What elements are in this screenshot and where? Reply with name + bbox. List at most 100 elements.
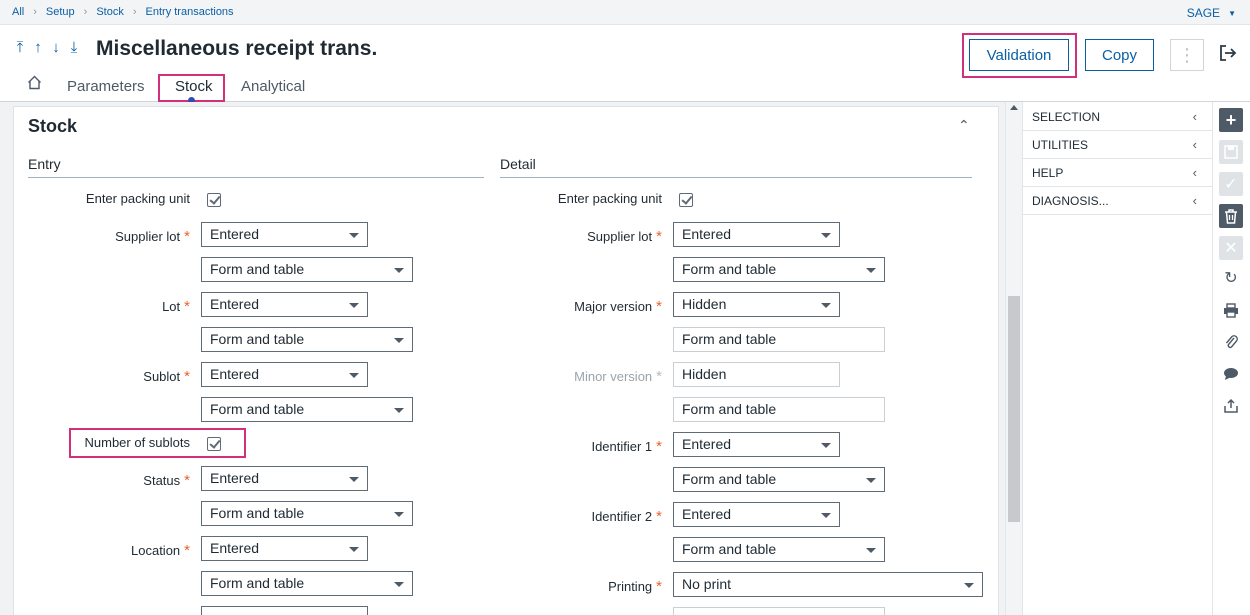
detail-supplier-lot-display-select[interactable]: Form and table bbox=[673, 257, 885, 282]
previous-record-icon[interactable]: ↑ bbox=[32, 39, 44, 56]
user-menu[interactable]: SAGE ▼ bbox=[1187, 6, 1236, 20]
comment-icon[interactable] bbox=[1219, 362, 1243, 386]
entry-sublot-display-select[interactable]: Form and table bbox=[201, 397, 413, 422]
dropdown-arrow-icon bbox=[394, 408, 404, 413]
breadcrumb-stock[interactable]: Stock bbox=[96, 6, 124, 18]
detail-minor-version-field: Hidden bbox=[673, 362, 840, 387]
dropdown-arrow-icon bbox=[394, 268, 404, 273]
detail-identifier2-select[interactable]: Entered bbox=[673, 502, 840, 527]
detail-minor-version-text: Minor version bbox=[574, 369, 653, 384]
detail-printing-value: No print bbox=[682, 576, 732, 592]
exit-icon[interactable] bbox=[1219, 45, 1237, 66]
detail-divider bbox=[500, 177, 972, 178]
side-panel-help[interactable]: HELP ‹ bbox=[1023, 159, 1213, 187]
entry-location-display-select[interactable]: Form and table bbox=[201, 571, 413, 596]
trash-icon[interactable] bbox=[1219, 204, 1243, 228]
more-vertical-icon: ⋮ bbox=[1178, 44, 1196, 65]
entry-packing-unit-checkbox[interactable] bbox=[207, 193, 221, 207]
detail-identifier2-display-select[interactable]: Form and table bbox=[673, 537, 885, 562]
last-record-icon[interactable]: ⤓ bbox=[68, 39, 80, 56]
main-scrollbar[interactable] bbox=[1005, 102, 1022, 615]
entry-lot-display-select[interactable]: Form and table bbox=[201, 327, 413, 352]
entry-sublot-display-value: Form and table bbox=[210, 401, 305, 417]
breadcrumb-entry-transactions[interactable]: Entry transactions bbox=[146, 6, 234, 18]
side-panel-selection[interactable]: SELECTION ‹ bbox=[1023, 103, 1213, 131]
detail-packing-unit-label: Enter packing unit bbox=[557, 191, 662, 206]
entry-lot-select[interactable]: Entered bbox=[201, 292, 368, 317]
entry-next-select[interactable] bbox=[201, 606, 368, 615]
main-content: Stock ⌃ Entry Enter packing unit Supplie… bbox=[0, 102, 1005, 615]
entry-status-display-select[interactable]: Form and table bbox=[201, 501, 413, 526]
entry-location-select[interactable]: Entered bbox=[201, 536, 368, 561]
chevron-right-icon: › bbox=[83, 6, 88, 18]
first-record-icon[interactable]: ⤒ bbox=[14, 39, 26, 56]
chevron-up-icon[interactable]: ⌃ bbox=[958, 117, 970, 134]
detail-supplier-lot-value: Entered bbox=[682, 226, 732, 242]
trash-icon-svg bbox=[1225, 208, 1237, 224]
chevron-left-icon: ‹ bbox=[1192, 137, 1197, 152]
refresh-icon[interactable]: ↻ bbox=[1219, 266, 1243, 290]
scrollbar-thumb[interactable] bbox=[1008, 296, 1020, 522]
side-panel-utilities[interactable]: UTILITIES ‹ bbox=[1023, 131, 1213, 159]
print-icon[interactable] bbox=[1219, 298, 1243, 322]
dropdown-arrow-icon bbox=[866, 478, 876, 483]
app-window: All › Setup › Stock › Entry transactions… bbox=[0, 0, 1250, 615]
check-icon: ✓ bbox=[1219, 172, 1243, 196]
entry-location-value: Entered bbox=[210, 540, 260, 556]
more-actions-button[interactable]: ⋮ bbox=[1170, 39, 1204, 71]
plus-icon[interactable]: + bbox=[1219, 108, 1243, 132]
dropdown-arrow-icon bbox=[821, 303, 831, 308]
chevron-right-icon: › bbox=[33, 6, 37, 18]
entry-sublot-text: Sublot bbox=[143, 369, 181, 384]
scroll-up-icon[interactable] bbox=[1010, 105, 1018, 110]
entry-status-value: Entered bbox=[210, 470, 260, 486]
detail-supplier-lot-label: Supplier lot * bbox=[514, 228, 662, 245]
print-icon-svg bbox=[1224, 302, 1238, 318]
entry-supplier-lot-display-value: Form and table bbox=[210, 261, 305, 277]
home-icon[interactable] bbox=[27, 75, 42, 94]
tab-bar: Parameters Stock Analytical bbox=[0, 73, 600, 104]
exit-icon-svg bbox=[1220, 45, 1237, 61]
detail-supplier-lot-select[interactable]: Entered bbox=[673, 222, 840, 247]
paperclip-icon[interactable] bbox=[1219, 330, 1243, 354]
entry-number-of-sublots-label: Number of sublots bbox=[84, 435, 191, 450]
entry-lot-label: Lot * bbox=[74, 298, 190, 315]
share-icon-svg bbox=[1224, 398, 1238, 413]
close-icon: ✕ bbox=[1219, 236, 1243, 260]
required-asterisk: * bbox=[656, 578, 662, 595]
entry-sublot-select[interactable]: Entered bbox=[201, 362, 368, 387]
validation-button[interactable]: Validation bbox=[969, 39, 1069, 71]
chevron-left-icon: ‹ bbox=[1192, 109, 1197, 124]
breadcrumb-all[interactable]: All bbox=[12, 6, 24, 18]
detail-group-title: Detail bbox=[500, 156, 536, 172]
entry-number-of-sublots-checkbox[interactable] bbox=[207, 437, 221, 451]
next-record-icon[interactable]: ↓ bbox=[50, 39, 62, 56]
entry-supplier-lot-display-select[interactable]: Form and table bbox=[201, 257, 413, 282]
detail-packing-unit-checkbox[interactable] bbox=[679, 193, 693, 207]
required-asterisk: * bbox=[184, 368, 190, 385]
copy-button[interactable]: Copy bbox=[1085, 39, 1154, 71]
detail-printing-select[interactable]: No print bbox=[673, 572, 983, 597]
entry-status-text: Status bbox=[143, 473, 181, 488]
entry-supplier-lot-select[interactable]: Entered bbox=[201, 222, 368, 247]
detail-printing-label: Printing * bbox=[514, 578, 662, 595]
right-toolbar: + ✓ ✕ ↻ bbox=[1212, 102, 1250, 615]
entry-status-select[interactable]: Entered bbox=[201, 466, 368, 491]
section-title: Stock bbox=[28, 116, 78, 136]
side-panel-diagnosis[interactable]: DIAGNOSIS... ‹ bbox=[1023, 187, 1213, 215]
tab-analytical[interactable]: Analytical bbox=[241, 78, 305, 95]
detail-identifier1-select[interactable]: Entered bbox=[673, 432, 840, 457]
entry-supplier-lot-text: Supplier lot bbox=[115, 229, 181, 244]
entry-lot-value: Entered bbox=[210, 296, 260, 312]
detail-identifier2-display-value: Form and table bbox=[682, 541, 777, 557]
detail-identifier1-display-select[interactable]: Form and table bbox=[673, 467, 885, 492]
tab-stock[interactable]: Stock bbox=[175, 78, 213, 95]
share-icon[interactable] bbox=[1219, 394, 1243, 418]
required-asterisk: * bbox=[656, 228, 662, 245]
breadcrumb-setup[interactable]: Setup bbox=[46, 6, 75, 18]
user-menu-label: SAGE bbox=[1186, 6, 1221, 20]
tab-parameters[interactable]: Parameters bbox=[67, 78, 145, 95]
entry-supplier-lot-label: Supplier lot * bbox=[74, 228, 190, 245]
detail-major-version-select[interactable]: Hidden bbox=[673, 292, 840, 317]
detail-major-version-text: Major version bbox=[574, 299, 653, 314]
